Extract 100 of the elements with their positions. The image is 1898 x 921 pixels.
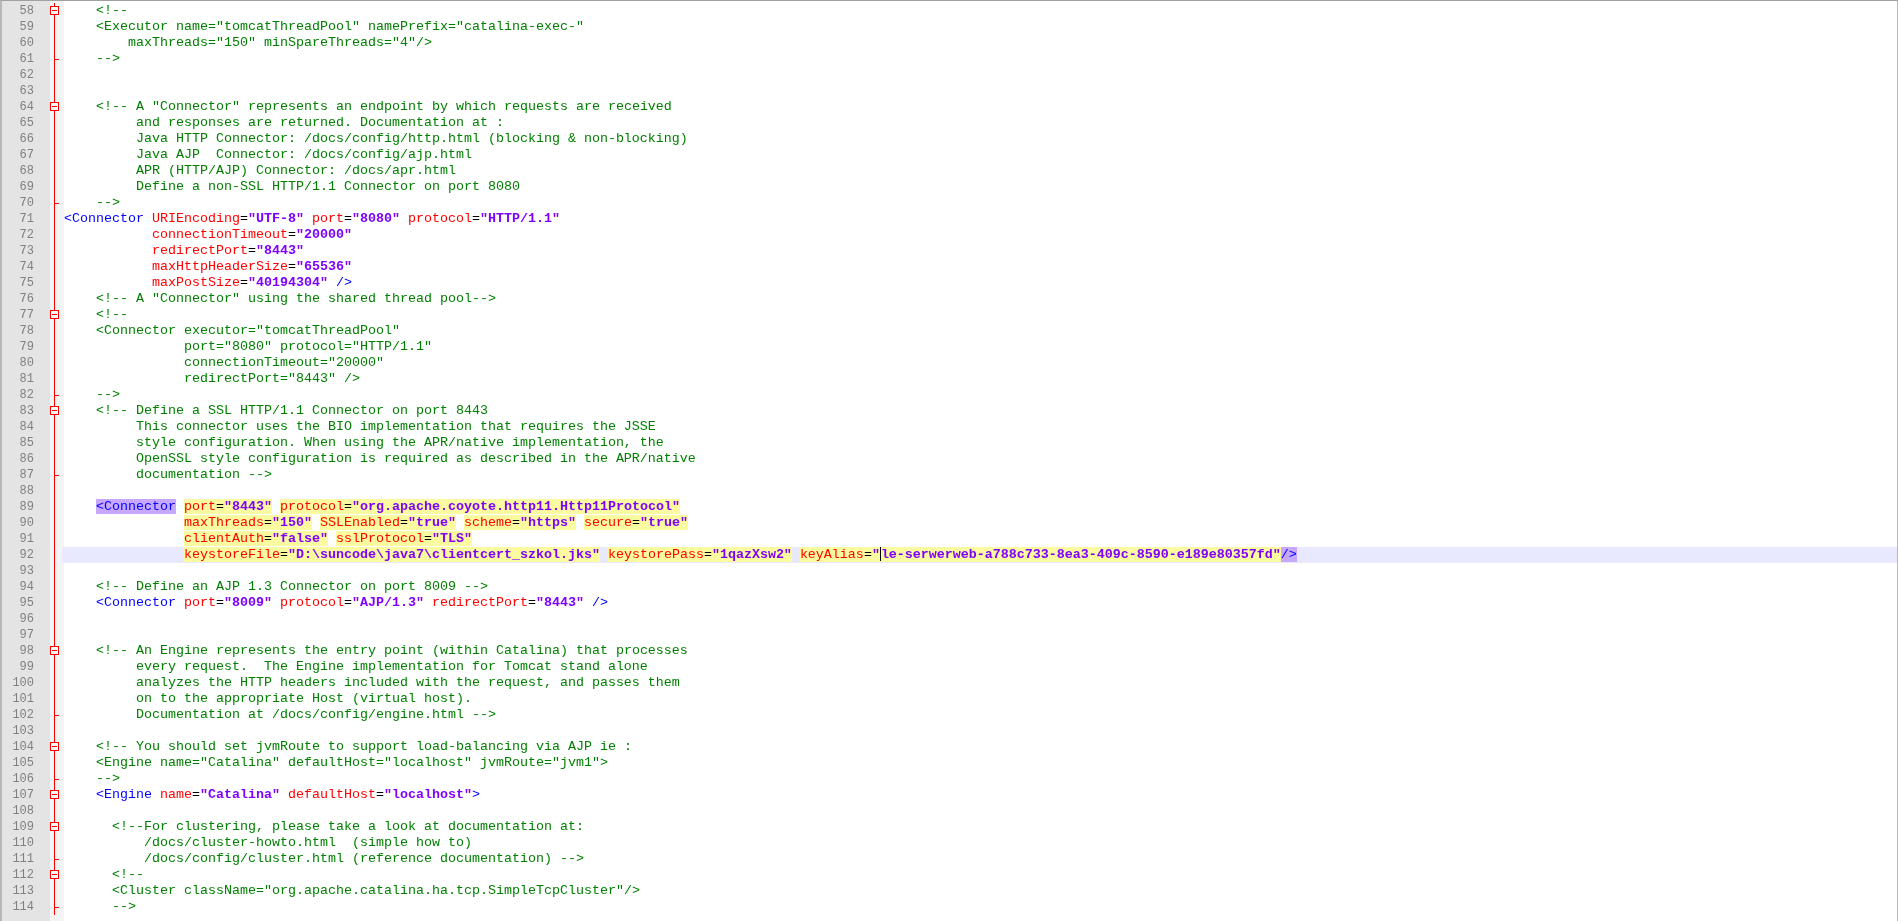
line-number: 109 [11, 819, 35, 835]
comment-text: port="8080" protocol="HTTP/1.1" [184, 339, 432, 354]
line-number: 89 [18, 499, 35, 515]
comment-text: <Cluster className="org.apache.catalina.ha.tcp.SimpleTcpCluster"/> [112, 883, 640, 898]
line-number: 74 [18, 259, 35, 275]
line-number: 91 [18, 531, 35, 547]
line-number: 94 [18, 579, 35, 595]
fold-minus-icon[interactable] [50, 310, 59, 319]
xml-attribute: keystorePass="1qazXsw2" [607, 547, 792, 562]
line-number: 84 [18, 419, 35, 435]
fold-minus-icon[interactable] [50, 822, 59, 831]
line-number: 87 [18, 467, 35, 483]
line-number: 82 [18, 387, 35, 403]
comment-text: This connector uses the BIO implementation that requires the JSSE [136, 419, 656, 434]
line-number: 105 [11, 755, 35, 771]
comment-text: <!-- You should set jvmRoute to support load-balancing via AJP ie : [96, 739, 632, 754]
comment-text: connectionTimeout="20000" [184, 355, 384, 370]
comment-text: <Connector executor="tomcatThreadPool" [96, 323, 400, 338]
xml-tag: <Connector [64, 211, 144, 226]
xml-attribute: secure="true" [583, 515, 688, 530]
xml-attribute: scheme="https" [463, 515, 576, 530]
xml-attribute: protocol="AJP/1.3" [280, 595, 424, 610]
line-number: 72 [18, 227, 35, 243]
xml-tag: > [471, 787, 480, 802]
xml-attribute: clientAuth="false" [184, 531, 328, 546]
line-number: 114 [11, 899, 35, 915]
fold-minus-icon[interactable] [50, 742, 59, 751]
comment-text: <Executor name="tomcatThreadPool" namePrefix="catalina-exec-" [96, 19, 584, 34]
line-number: 58 [18, 3, 35, 19]
comment-text: <!-- An Engine represents the entry point (within Catalina) that processes [96, 643, 688, 658]
comment-text: analyzes the HTTP headers included with the request, and passes them [136, 675, 680, 690]
comment-text: <!-- Define an AJP 1.3 Connector on port 8009 --> [96, 579, 488, 594]
line-number: 70 [18, 195, 35, 211]
line-number: 96 [18, 611, 35, 627]
comment-text: --> [112, 899, 136, 914]
comment-text: <!-- A "Connector" represents an endpoint by which requests are received [96, 99, 672, 114]
comment-text: every request. The Engine implementation for Tomcat stand alone [136, 659, 648, 674]
line-number: 85 [18, 435, 35, 451]
line-number: 86 [18, 451, 35, 467]
fold-minus-icon[interactable] [50, 790, 59, 799]
comment-text: /docs/config/cluster.html (reference documentation) --> [144, 851, 584, 866]
xml-attribute: protocol="org.apache.coyote.http11.Http11Protocol" [280, 499, 680, 514]
xml-attribute: maxPostSize="40194304" [152, 275, 328, 290]
fold-minus-icon[interactable] [50, 870, 59, 879]
line-number: 65 [18, 115, 35, 131]
xml-attribute: keyAlias="le-serwerweb-a788c733-8ea3-409c-8590-e189e80357fd" [799, 547, 1281, 562]
line-number: 92 [18, 547, 35, 563]
line-number: 93 [18, 563, 35, 579]
line-number: 100 [11, 675, 35, 691]
xml-tag: /> [591, 595, 608, 610]
comment-text: Documentation at /docs/config/engine.html --> [136, 707, 496, 722]
line-number: 106 [11, 771, 35, 787]
comment-text: maxThreads="150" minSpareThreads="4"/> [128, 35, 432, 50]
fold-minus-icon[interactable] [50, 6, 59, 15]
line-number: 110 [11, 835, 35, 851]
xml-tag: /> [335, 275, 352, 290]
line-number: 68 [18, 163, 35, 179]
line-number: 79 [18, 339, 35, 355]
xml-attribute: keystoreFile="D:\suncode\java7\clientcert_szkol.jks" [184, 547, 600, 562]
line-number: 73 [18, 243, 35, 259]
line-number: 90 [18, 515, 35, 531]
xml-attribute: redirectPort="8443" [152, 243, 304, 258]
line-number: 104 [11, 739, 35, 755]
line-number: 97 [18, 627, 35, 643]
line-number: 101 [11, 691, 35, 707]
fold-minus-icon[interactable] [50, 406, 59, 415]
line-number: 98 [18, 643, 35, 659]
comment-text: documentation --> [136, 467, 272, 482]
comment-text: APR (HTTP/AJP) Connector: /docs/apr.html [136, 163, 456, 178]
xml-attribute: maxThreads="150" [184, 515, 312, 530]
line-number: 63 [18, 83, 35, 99]
comment-text: style configuration. When using the APR/native implementation, the [136, 435, 664, 450]
comment-text: --> [96, 51, 120, 66]
xml-attribute: name="Catalina" [160, 787, 280, 802]
xml-attribute: sslProtocol="TLS" [335, 531, 472, 546]
comment-text: --> [96, 387, 120, 402]
fold-minus-icon[interactable] [50, 102, 59, 111]
line-number: 103 [11, 723, 35, 739]
line-number: 102 [11, 707, 35, 723]
line-number: 71 [18, 211, 35, 227]
line-number: 67 [18, 147, 35, 163]
line-number: 112 [11, 867, 35, 883]
xml-attribute: URIEncoding="UTF-8" [152, 211, 304, 226]
comment-text: and responses are returned. Documentation at : [136, 115, 504, 130]
xml-attribute: port="8009" [184, 595, 272, 610]
line-number: 76 [18, 291, 35, 307]
fold-minus-icon[interactable] [50, 646, 59, 655]
comment-text: <!-- A "Connector" using the shared thread pool--> [96, 291, 496, 306]
line-number: 64 [18, 99, 35, 115]
comment-text: <!-- [96, 307, 128, 322]
line-number: 113 [11, 883, 35, 899]
line-number: 80 [18, 355, 35, 371]
line-number: 107 [11, 787, 35, 803]
xml-attribute: redirectPort="8443" [431, 595, 584, 610]
comment-text: --> [96, 771, 120, 786]
xml-attribute: SSLEnabled="true" [319, 515, 456, 530]
comment-text: Java AJP Connector: /docs/config/ajp.html [136, 147, 472, 162]
comment-text: /docs/cluster-howto.html (simple how to) [144, 835, 472, 850]
xml-tag: <Engine [96, 787, 152, 802]
line-number: 83 [18, 403, 35, 419]
